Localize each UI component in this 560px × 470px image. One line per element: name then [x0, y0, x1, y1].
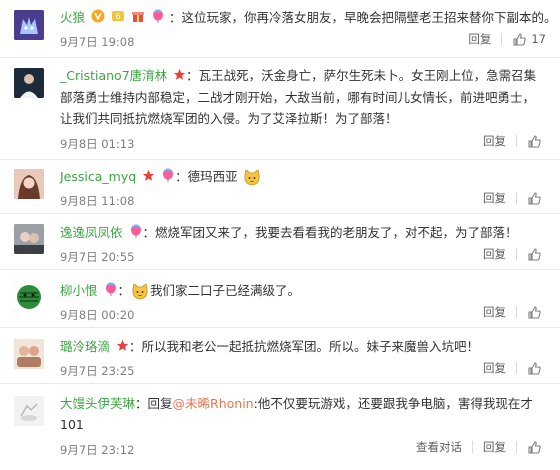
- comment-body: ：燃烧军团又来了，我要去看看我的老朋友了，对不起，为了部落！: [142, 225, 518, 240]
- comment-item: 逸逸凤凤依 ：燃烧军团又来了，我要去看看我的老朋友了，对不起，为了部落！ 9月7…: [0, 214, 560, 270]
- comment-item: Jessica_myq ：德玛西亚 9月8日 11:08 回复: [0, 160, 560, 214]
- comment-text: 柳小恨 ： 我们家二口子已经满级了。: [60, 280, 542, 302]
- comment-actions: 回复: [483, 304, 546, 320]
- username-link[interactable]: 逸逸凤凤依: [60, 225, 123, 240]
- comment-actions: 回复: [483, 133, 546, 149]
- balloon-icon: [129, 223, 143, 244]
- reply-prefix: ：回复: [135, 396, 173, 411]
- action-divider: [516, 135, 517, 147]
- thumbs-up-icon[interactable]: [527, 305, 542, 320]
- thumbs-up-icon[interactable]: [527, 134, 542, 149]
- thumbs-up-icon[interactable]: [527, 440, 542, 455]
- comment-body: ：所以我和老公一起抵抗燃烧军团。所以。妹子来魔兽入坑吧！: [129, 339, 480, 354]
- balloon-icon: [104, 281, 118, 302]
- gift-icon: [131, 8, 145, 29]
- thumbs-up-icon[interactable]: [512, 32, 527, 47]
- cat-emoji-icon: [243, 168, 261, 187]
- avatar[interactable]: [14, 339, 44, 369]
- comment-time: 9月7日 20:55: [60, 250, 135, 264]
- comment-time: 9月7日 19:08: [60, 35, 135, 49]
- action-divider: [501, 33, 503, 45]
- view-conversation-button[interactable]: 查看对话: [416, 439, 462, 455]
- balloon-icon: [161, 167, 175, 188]
- avatar[interactable]: [14, 10, 44, 40]
- comment-item: _Cristiano7唐淯林 ：瓦王战死，沃金身亡，萨尔生死未卜。女王刚上位，急…: [0, 58, 560, 160]
- reply-button[interactable]: 回复: [483, 360, 506, 376]
- avatar[interactable]: [14, 282, 44, 312]
- comment-time: 9月8日 00:20: [60, 308, 135, 322]
- star-badge-icon: [142, 167, 155, 188]
- thumbs-up-icon[interactable]: [527, 247, 542, 262]
- comment-text: 大馒头伊芙琳：回复@未晞Rhonin:他不仅要玩游戏，还要跟我争电脑，害得我现在…: [60, 393, 536, 435]
- reply-button[interactable]: 回复: [468, 31, 491, 47]
- avatar[interactable]: [14, 396, 44, 426]
- reply-button[interactable]: 回复: [483, 190, 506, 206]
- username-link[interactable]: 柳小恨: [60, 283, 98, 298]
- action-divider: [516, 248, 517, 260]
- comment-time: 9月8日 01:13: [60, 137, 135, 151]
- reply-button[interactable]: 回复: [483, 246, 506, 262]
- reply-button[interactable]: 回复: [483, 133, 506, 149]
- reply-button[interactable]: 回复: [483, 304, 506, 320]
- comment-body: ：德玛西亚: [175, 169, 238, 184]
- like-count: 17: [531, 32, 546, 46]
- avatar[interactable]: [14, 224, 44, 254]
- thumbs-up-icon[interactable]: [527, 361, 542, 376]
- comment-actions: 回复 17: [468, 31, 546, 47]
- action-divider: [516, 441, 517, 453]
- comment-text: Jessica_myq ：德玛西亚: [60, 166, 542, 188]
- action-divider: [516, 192, 517, 204]
- username-link[interactable]: _Cristiano7唐淯林: [60, 68, 167, 83]
- comment-item: 大馒头伊芙琳：回复@未晞Rhonin:他不仅要玩游戏，还要跟我争电脑，害得我现在…: [0, 384, 560, 470]
- reply-button[interactable]: 回复: [483, 439, 506, 455]
- comment-time: 9月7日 23:25: [60, 364, 135, 378]
- comment-body: ：这位玩家，你再冷落女朋友，早晚会把隔壁老王招来替你下副本的。: [168, 10, 557, 25]
- mention-link[interactable]: @未晞Rhonin: [173, 396, 254, 411]
- comment-actions: 回复: [483, 190, 546, 206]
- cat-emoji-icon: [131, 282, 149, 301]
- username-link[interactable]: 火狼: [60, 10, 85, 25]
- svg-text:6: 6: [115, 12, 120, 21]
- comment-item: 火狼 6 ：这位玩家，你再冷落女朋友，早晚会把隔壁老王招来替你下副本的。 9月7…: [0, 0, 560, 58]
- star-badge-icon: [173, 66, 186, 87]
- star-badge-icon: [116, 337, 129, 358]
- thumbs-up-icon[interactable]: [527, 191, 542, 206]
- comment-text: _Cristiano7唐淯林 ：瓦王战死，沃金身亡，萨尔生死未卜。女王刚上位，急…: [60, 65, 542, 129]
- comment-item: 柳小恨 ： 我们家二口子已经满级了。 9月8日 00:20 回复: [0, 270, 560, 328]
- avatar[interactable]: [14, 68, 44, 98]
- comment-item: 璐泠珞滴 ：所以我和老公一起抵抗燃烧军团。所以。妹子来魔兽入坑吧！ 9月7日 2…: [0, 328, 560, 384]
- verified-v-icon: [91, 8, 105, 29]
- username-link[interactable]: Jessica_myq: [60, 169, 136, 184]
- comment-text: 火狼 6 ：这位玩家，你再冷落女朋友，早晚会把隔壁老王招来替你下副本的。: [60, 7, 556, 29]
- member-badge-icon: 6: [111, 8, 125, 29]
- comment-actions: 查看对话 回复: [416, 439, 546, 455]
- avatar[interactable]: [14, 169, 44, 199]
- comment-text: 璐泠珞滴 ：所以我和老公一起抵抗燃烧军团。所以。妹子来魔兽入坑吧！: [60, 336, 542, 358]
- comment-text: 逸逸凤凤依 ：燃烧军团又来了，我要去看看我的老朋友了，对不起，为了部落！: [60, 222, 542, 244]
- balloon-icon: [151, 8, 165, 29]
- comment-body: 我们家二口子已经满级了。: [150, 283, 301, 298]
- action-divider: [516, 306, 517, 318]
- action-divider: [516, 362, 517, 374]
- comment-list: 火狼 6 ：这位玩家，你再冷落女朋友，早晚会把隔壁老王招来替你下副本的。 9月7…: [0, 0, 560, 470]
- comment-actions: 回复: [483, 360, 546, 376]
- username-link[interactable]: 大馒头伊芙琳: [60, 396, 135, 411]
- username-link[interactable]: 璐泠珞滴: [60, 339, 110, 354]
- comment-actions: 回复: [483, 246, 546, 262]
- comment-time: 9月8日 11:08: [60, 194, 135, 208]
- comment-time: 9月7日 23:12: [60, 443, 135, 457]
- action-divider: [472, 441, 473, 453]
